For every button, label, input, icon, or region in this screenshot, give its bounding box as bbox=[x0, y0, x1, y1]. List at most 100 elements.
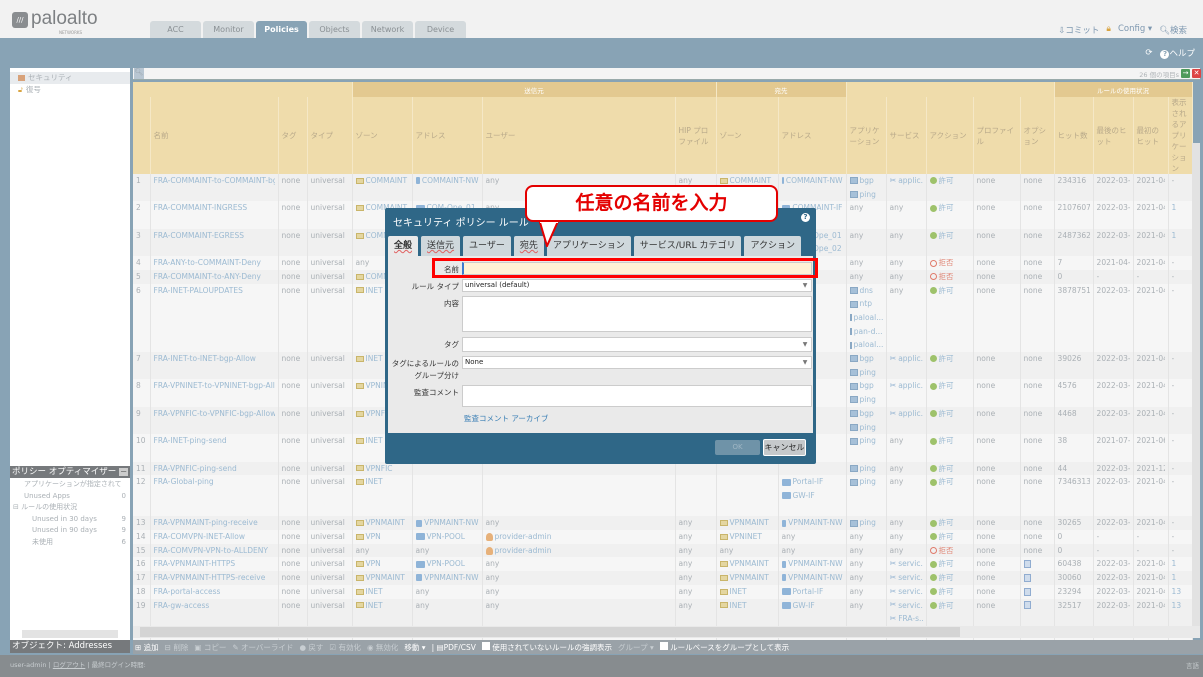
help-link[interactable]: ? ヘルプ bbox=[1160, 47, 1195, 59]
filter-input[interactable] bbox=[133, 68, 1200, 80]
column-header[interactable] bbox=[133, 97, 151, 174]
collapse-icon[interactable]: − bbox=[119, 468, 128, 476]
dialog-tab-1[interactable]: 送信元 bbox=[421, 236, 461, 256]
cell-value: any bbox=[849, 545, 864, 555]
cell-0: 12 bbox=[133, 475, 151, 517]
tree-item-decryption[interactable]: 🔓︎ 復号 bbox=[10, 84, 130, 96]
column-header[interactable]: 表示されるアプリケーション bbox=[1168, 97, 1193, 174]
document-icon[interactable] bbox=[1023, 573, 1031, 582]
optimizer-item-unused[interactable]: 未使用 6 bbox=[10, 537, 130, 549]
cell-value: none bbox=[281, 408, 301, 418]
table-row[interactable]: 18 FRA-portal-access none universal INET any a… bbox=[133, 584, 1193, 599]
column-header[interactable]: オプション bbox=[1020, 97, 1055, 174]
cell-value: Portal-IF bbox=[792, 477, 824, 487]
table-row[interactable]: 13 FRA-VPNMAINT-ping-receive none universal… bbox=[133, 516, 1193, 531]
cell-2: none bbox=[278, 228, 308, 257]
column-header[interactable]: 最後のヒット bbox=[1093, 97, 1134, 174]
show-groups-checkbox[interactable]: ルールベースをグループとして表示 bbox=[659, 641, 789, 653]
column-header[interactable]: アプリケーション bbox=[846, 97, 887, 174]
policy-optimizer-header[interactable]: ポリシー オプティマイザー − bbox=[10, 466, 130, 478]
column-header[interactable]: HIP プロファイル bbox=[675, 97, 717, 174]
tab-monitor[interactable]: Monitor bbox=[203, 21, 254, 38]
cell-value: 2021-04... bbox=[1136, 573, 1165, 583]
column-header[interactable]: アクション bbox=[926, 97, 974, 174]
ok-button[interactable]: OK bbox=[715, 440, 760, 455]
optimizer-item-rule-usage[interactable]: ⊟ ルールの使用状況 bbox=[10, 502, 130, 514]
column-header[interactable]: ヒット数 bbox=[1054, 97, 1094, 174]
table-row[interactable]: 19 FRA-gw-access none universal INET any any an… bbox=[133, 598, 1193, 626]
optimizer-item-unspecified-apps[interactable]: アプリケーションが指定されて bbox=[10, 479, 130, 491]
tab-device[interactable]: Device bbox=[415, 21, 466, 38]
enable-button[interactable]: ☑ 有効化 bbox=[329, 642, 361, 653]
table-row[interactable]: 17 FRA-VPNMAINT-HTTPS-receive none universa… bbox=[133, 571, 1193, 585]
language-link[interactable]: 言語 bbox=[1186, 660, 1199, 670]
dialog-tab-5[interactable]: サービス/URL カテゴリ bbox=[633, 236, 742, 256]
cell-value: 12 bbox=[136, 477, 146, 487]
optimizer-item-unused-30[interactable]: Unused in 30 days 9 bbox=[10, 514, 130, 526]
column-header[interactable]: サービス bbox=[886, 97, 927, 174]
document-icon[interactable] bbox=[1023, 560, 1031, 569]
cell-12: 拒否 bbox=[926, 256, 974, 270]
column-header[interactable]: 名前 bbox=[150, 97, 279, 174]
column-header[interactable]: タイプ bbox=[307, 97, 353, 174]
tab-network[interactable]: Network bbox=[362, 21, 413, 38]
objects-panel-header[interactable]: オブジェクト: Addresses bbox=[10, 640, 130, 653]
clear-filter-icon[interactable]: ✕ bbox=[1192, 69, 1201, 78]
rule-type-select[interactable]: universal (default) ▼ bbox=[462, 279, 812, 292]
vertical-scrollbar[interactable] bbox=[1192, 143, 1200, 626]
column-header[interactable]: ユーザー bbox=[482, 97, 676, 174]
table-row[interactable]: 16 FRA-VPNMAINT-HTTPS none universal VPN VPN-… bbox=[133, 557, 1193, 572]
column-header[interactable]: アドレス bbox=[778, 97, 847, 174]
override-button[interactable]: ✎ オーバーライド bbox=[232, 642, 293, 653]
column-header[interactable]: 最初のヒット bbox=[1133, 97, 1169, 174]
revert-button[interactable]: ● 戻す bbox=[299, 642, 323, 653]
horizontal-scroll-thumb[interactable] bbox=[140, 627, 960, 637]
add-button[interactable]: ⊞ 追加 bbox=[135, 642, 159, 653]
tab-policies[interactable]: Policies bbox=[256, 21, 307, 38]
group-menu[interactable]: グループ ▾ bbox=[618, 642, 654, 653]
move-menu[interactable]: 移動 ▾ bbox=[404, 642, 425, 653]
dialog-tab-2[interactable]: ユーザー bbox=[463, 236, 511, 256]
tab-objects[interactable]: Objects bbox=[309, 21, 360, 38]
column-header[interactable]: ゾーン bbox=[716, 97, 779, 174]
tree-item-security[interactable]: セキュリティ bbox=[10, 72, 130, 84]
cell-15: 0 bbox=[1054, 543, 1094, 558]
audit-comment-textarea[interactable] bbox=[462, 385, 812, 407]
dialog-tab-0[interactable]: 全般 bbox=[388, 236, 419, 256]
pdf-csv-button[interactable]: | ▤PDF/CSV bbox=[432, 643, 476, 652]
action-label: 許可 bbox=[938, 477, 954, 487]
logout-link[interactable]: ログアウト bbox=[53, 661, 86, 669]
highlight-unused-checkbox[interactable]: 使用されていないルールの強調表示 bbox=[481, 641, 612, 653]
config-menu[interactable]: Config ▾ bbox=[1118, 24, 1152, 36]
optimizer-item-unused-apps[interactable]: Unused Apps 0 bbox=[10, 491, 130, 503]
table-row[interactable]: 14 FRA-COMVPN-INET-Allow none universal VPN V… bbox=[133, 530, 1193, 544]
column-header[interactable]: プロファイル bbox=[973, 97, 1021, 174]
cancel-button[interactable]: キャンセル bbox=[763, 439, 806, 456]
audit-archive-link[interactable]: 監査コメント アーカイブ bbox=[464, 413, 548, 424]
copy-button[interactable]: ▣ コピー bbox=[194, 642, 226, 653]
search-link[interactable]: 🔍︎検索 bbox=[1159, 24, 1187, 36]
column-header[interactable]: タグ bbox=[278, 97, 308, 174]
lock-icon[interactable]: 🔒︎ bbox=[1106, 24, 1111, 36]
optimizer-item-unused-90[interactable]: Unused in 90 days 9 bbox=[10, 525, 130, 537]
description-textarea[interactable] bbox=[462, 296, 812, 332]
refresh-icon[interactable]: ⟳ bbox=[1145, 48, 1152, 58]
document-icon[interactable] bbox=[1023, 587, 1031, 596]
group-by-tag-select[interactable]: None ▼ bbox=[462, 356, 812, 369]
table-row[interactable]: 15 FRA-COMVPN-VPN-to-ALLDENY none universal… bbox=[133, 543, 1193, 558]
help-icon[interactable]: ? bbox=[801, 213, 810, 222]
tag-select[interactable]: ▼ bbox=[462, 337, 812, 352]
tree-scrollbar[interactable] bbox=[10, 628, 130, 640]
delete-button[interactable]: ⊟ 削除 bbox=[165, 642, 189, 653]
column-header[interactable]: ゾーン bbox=[352, 97, 413, 174]
document-icon[interactable] bbox=[1023, 601, 1031, 610]
commit-link[interactable]: ⇩コミット bbox=[1058, 24, 1099, 36]
cell-value: 2022-03-... bbox=[1096, 230, 1130, 240]
cell-value: 2022-03-... bbox=[1096, 586, 1130, 596]
column-header[interactable]: アドレス bbox=[412, 97, 483, 174]
disable-button[interactable]: ◉ 無効化 bbox=[367, 642, 398, 653]
dialog-tab-6[interactable]: アクション bbox=[744, 236, 802, 256]
tab-acc[interactable]: ACC bbox=[150, 21, 201, 38]
table-row[interactable]: 12 FRA-Global-ping none universal INET Portal… bbox=[133, 475, 1193, 517]
apply-filter-icon[interactable]: → bbox=[1181, 69, 1190, 78]
